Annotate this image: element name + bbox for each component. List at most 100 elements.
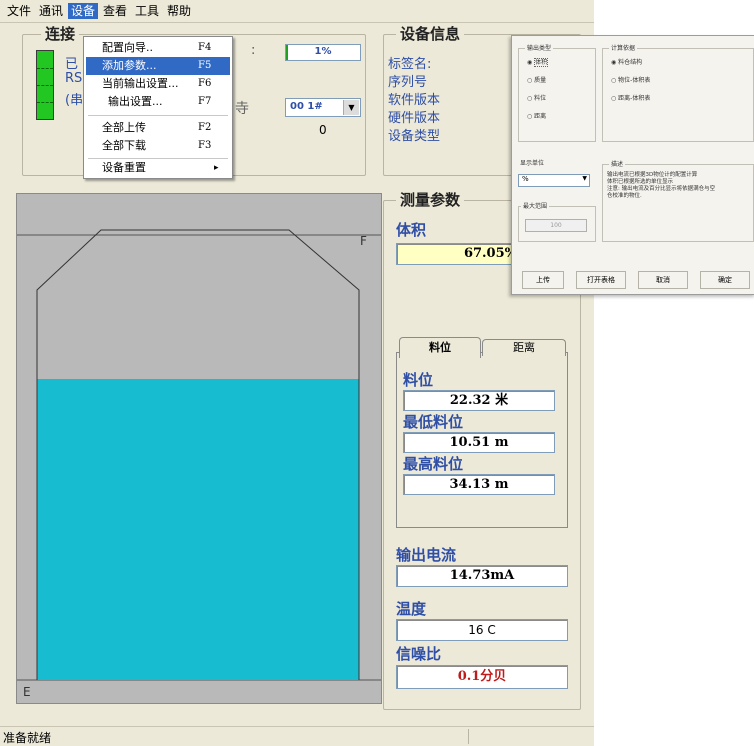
device-select-value: 00 1#: [290, 101, 323, 112]
output-current-label: 输出电流: [396, 546, 457, 564]
tank-full-label: F: [360, 234, 367, 248]
menu-device[interactable]: 设备: [68, 3, 99, 19]
upload-button[interactable]: 上传: [522, 271, 564, 289]
output-type-group: 输出类型 ◉ 体积 ○ 质量 ○ 料位 ○ 距离: [518, 43, 596, 142]
status-bar: 准备就绪: [0, 726, 594, 746]
measurement-title: 测量参数: [396, 189, 465, 210]
radio-label: 质量: [534, 77, 547, 84]
status-divider: [468, 729, 469, 744]
connection-status-line1: 已: [65, 57, 79, 72]
min-level-value: 10.51 m: [403, 432, 555, 453]
progress-text: 1%: [314, 46, 332, 57]
hardware-version-label: 硬件版本: [388, 111, 441, 126]
menu-item-label: 添加参数...: [102, 59, 157, 72]
device-select[interactable]: 00 1# ▼: [285, 98, 361, 117]
level-label: 料位: [403, 371, 434, 389]
chevron-down-icon[interactable]: ▼: [582, 175, 587, 182]
radio-label: 距离-体积表: [618, 95, 651, 102]
menu-item-label: 输出设置...: [108, 95, 163, 108]
temperature-label: 温度: [396, 600, 427, 618]
menu-item-add-param[interactable]: 添加参数... F5: [86, 57, 230, 75]
max-level-label: 最高料位: [403, 455, 464, 473]
snr-value: 0.1分贝: [396, 665, 568, 689]
menu-item-device-reset[interactable]: 设备重置 ▸: [86, 159, 230, 177]
menu-tools[interactable]: 工具: [132, 3, 162, 19]
menu-item-label: 全部下载: [102, 139, 146, 152]
radio-bin-structure[interactable]: ◉ 料仓结构: [611, 57, 642, 66]
menu-bar: 文件 通讯 设备 查看 工具 帮助: [0, 0, 594, 23]
description-line: 仓校准的物位.: [607, 193, 642, 199]
radio-distance[interactable]: ○ 距离: [527, 111, 546, 120]
menu-item-download-all[interactable]: 全部下载 F3: [86, 137, 230, 155]
menu-item-label: 当前输出设置...: [102, 77, 179, 90]
tank-svg: [17, 229, 381, 681]
menu-item-shortcut: F7: [198, 96, 212, 107]
temperature-value: 16 C: [396, 619, 568, 641]
menu-view[interactable]: 查看: [100, 3, 130, 19]
radio-label: 体积: [534, 58, 549, 67]
signal-led-bar: [36, 50, 54, 120]
calc-basis-title: 计算依据: [609, 43, 638, 52]
radio-mass[interactable]: ○ 质量: [527, 75, 546, 84]
menu-item-label: 配置向导..: [102, 41, 153, 54]
device-dropdown-menu: 配置向导.. F4 添加参数... F5 当前输出设置... F6 输出设置..…: [83, 36, 233, 179]
tank-visualization: F E: [16, 193, 382, 704]
menu-item-config-wizard[interactable]: 配置向导.. F4: [86, 39, 230, 57]
menu-item-shortcut: F2: [198, 122, 212, 133]
menu-item-current-output[interactable]: 当前输出设置... F6: [86, 75, 230, 93]
display-unit-value: %: [522, 175, 529, 183]
max-range-title: 最大范围: [521, 201, 550, 210]
radio-level[interactable]: ○ 料位: [527, 93, 546, 102]
description-line: 输出电流已根据3D物位计的配置计算: [607, 172, 698, 178]
menu-file[interactable]: 文件: [4, 3, 34, 19]
tag-name-label: 标签名:: [388, 57, 432, 72]
tab-distance[interactable]: 距离: [482, 339, 566, 356]
menu-help[interactable]: 帮助: [164, 3, 194, 19]
cancel-button[interactable]: 取消: [638, 271, 688, 289]
device-type-label: 设备类型: [388, 129, 441, 144]
radio-label: 料仓结构: [618, 59, 643, 66]
connection-status-line3: (串: [65, 93, 84, 108]
menu-item-shortcut: F4: [198, 42, 212, 53]
device-info-title: 设备信息: [396, 23, 465, 44]
submenu-arrow-icon: ▸: [214, 163, 219, 173]
volume-value: 67.05%: [396, 243, 522, 265]
menu-item-shortcut: F6: [198, 78, 212, 89]
display-unit-group: 显示单位 % ▼: [518, 158, 594, 192]
connection-title: 连接: [41, 23, 80, 44]
description-line: 体积已根据所选的单位显示: [607, 179, 674, 185]
connection-status-line2: RS: [65, 71, 83, 86]
menu-item-upload-all[interactable]: 全部上传 F2: [86, 119, 230, 137]
chevron-down-icon[interactable]: ▼: [343, 100, 359, 115]
menu-separator: [88, 115, 228, 116]
display-unit-select[interactable]: % ▼: [518, 174, 590, 187]
status-text: 准备就绪: [3, 731, 52, 745]
menu-comm[interactable]: 通讯: [36, 3, 66, 19]
calc-basis-group: 计算依据 ◉ 料仓结构 ○ 物位-体积表 ○ 距离-体积表: [602, 43, 754, 142]
menu-item-label: 设备重置: [102, 161, 146, 174]
menu-item-label: 全部上传: [102, 121, 146, 134]
menu-item-output-settings[interactable]: 输出设置... F7: [86, 93, 230, 111]
max-range-input[interactable]: 100: [525, 219, 587, 232]
device-label-char: 寺: [235, 101, 249, 117]
radio-level-volume-table[interactable]: ○ 物位-体积表: [611, 75, 650, 84]
ok-button[interactable]: 确定: [700, 271, 750, 289]
output-current-value: 14.73mA: [396, 565, 568, 587]
description-title: 描述: [609, 159, 626, 168]
radio-distance-volume-table[interactable]: ○ 距离-体积表: [611, 93, 650, 102]
radio-label: 距离: [534, 113, 547, 120]
description-text: 输出电流已根据3D物位计的配置计算 体积已根据所选的单位显示 注意: 输出电流及…: [607, 172, 751, 200]
description-line: 注意: 输出电流及百分比显示将依据满仓与空: [607, 186, 716, 192]
description-group: 描述 输出电流已根据3D物位计的配置计算 体积已根据所选的单位显示 注意: 输出…: [602, 159, 754, 242]
progress-colon: :: [251, 43, 256, 58]
radio-label: 料位: [534, 95, 547, 102]
open-table-button[interactable]: 打开表格: [576, 271, 626, 289]
tab-level[interactable]: 料位: [399, 337, 481, 358]
menu-item-shortcut: F5: [198, 60, 212, 71]
radio-volume[interactable]: ◉ 体积: [527, 57, 549, 67]
menu-item-shortcut: F3: [198, 140, 212, 151]
max-level-value: 34.13 m: [403, 474, 555, 495]
min-level-label: 最低料位: [403, 413, 464, 431]
level-value: 22.32 米: [403, 390, 555, 411]
device-count: 0: [319, 123, 327, 137]
